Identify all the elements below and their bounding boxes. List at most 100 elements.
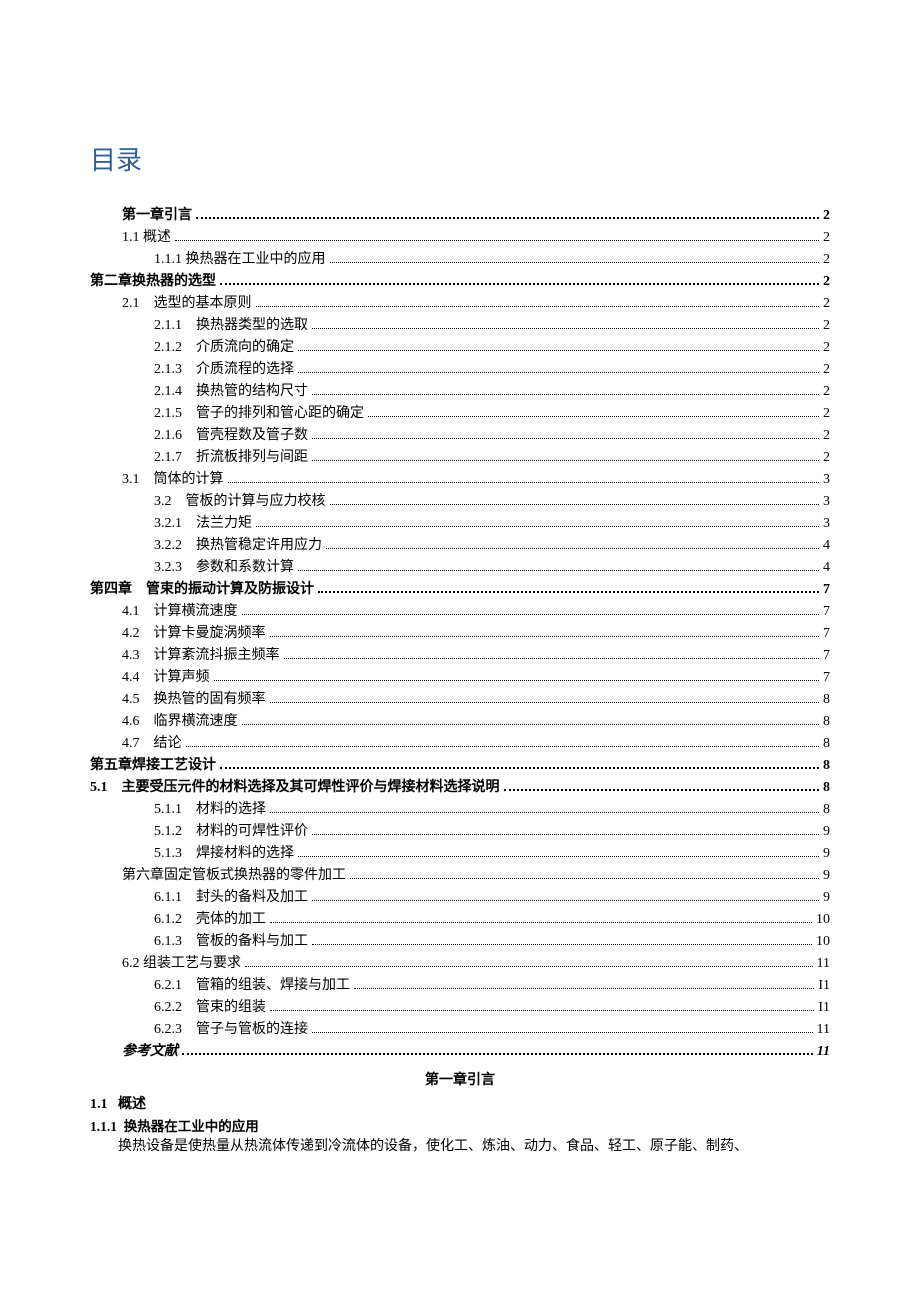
toc-leader-dots: [182, 1053, 813, 1055]
toc-entry: 5.1.1材料的选择8: [154, 799, 830, 821]
toc-entry: 2.1.6 管壳程数及管子数 2: [154, 425, 830, 447]
toc-entry-number: 2.1: [122, 293, 140, 315]
toc-entry-number: 6.2.3: [154, 1019, 182, 1041]
toc-entry-label: 计算声频: [154, 667, 210, 689]
toc-entry-page: 8: [823, 799, 830, 821]
toc-entry-number: 2.1.5: [154, 403, 182, 425]
toc-entry-label: 管壳程数及管子数: [196, 425, 308, 447]
toc-leader-dots: [326, 548, 819, 549]
toc-entry-label: 换热器类型的选取: [196, 315, 308, 337]
toc-leader-dots: [175, 240, 819, 241]
toc-entry-number: 4.3: [122, 645, 140, 667]
toc-entry-number: 3.2: [154, 491, 172, 513]
toc-entry: 4.5换热管的固有频率8: [122, 689, 830, 711]
body-paragraph: 换热设备是使热量从热流体传递到冷流体的设备，使化工、炼油、动力、食品、轻工、原子…: [90, 1137, 830, 1157]
toc-entry-number: 4.6: [122, 711, 140, 733]
toc-entry: 第二章换热器的选型2: [90, 271, 830, 293]
toc-entry-page: 3: [823, 513, 830, 535]
toc-entry-label: 参数和系数计算: [196, 557, 294, 579]
toc-entry-label: 管板的备料与加工: [196, 931, 308, 953]
toc-entry-number: 4.5: [122, 689, 140, 711]
toc-entry-label: 介质流向的确定: [196, 337, 294, 359]
toc-leader-dots: [270, 702, 820, 703]
toc-entry-label: 筒体的计算: [154, 469, 224, 491]
toc-entry: 第四章管束的振动计算及防振设计7: [90, 579, 830, 601]
toc-entry: 4.1计算横流速度7: [122, 601, 830, 623]
toc-entry-label: 管束的振动计算及防振设计: [146, 579, 314, 601]
toc-entry: 2.1.4换热管的结构尺寸2: [154, 381, 830, 403]
toc-entry-page: 2: [823, 425, 830, 447]
toc-entry-page: 8: [823, 777, 830, 799]
toc-entry-number: 5.1.3: [154, 843, 182, 865]
toc-entry-number: 6.1.3: [154, 931, 182, 953]
toc-entry: 1.1.1 换热器在工业中的应用2: [154, 249, 830, 271]
toc-leader-dots: [312, 394, 819, 395]
toc-leader-dots: [256, 526, 819, 527]
toc-leader-dots: [270, 922, 812, 923]
toc-leader-dots: [242, 724, 820, 725]
toc-entry-page: 10: [816, 931, 830, 953]
toc-leader-dots: [312, 900, 819, 901]
toc-entry-page: 8: [823, 689, 830, 711]
toc-entry: 3.2管板的计算与应力校核3: [154, 491, 830, 513]
toc-entry-page: 8: [823, 733, 830, 755]
toc-entry: 4.2计算卡曼旋涡频率7: [122, 623, 830, 645]
toc-entry: 5.1.2材料的可焊性评价9: [154, 821, 830, 843]
toc-entry-page: 10: [816, 909, 830, 931]
toc-leader-dots: [228, 482, 820, 483]
toc-entry-number: 6.2.2: [154, 997, 182, 1019]
toc-entry-number: 2.1.6: [154, 425, 182, 447]
toc-entry-page: 2: [823, 337, 830, 359]
toc-entry-label: 管子的排列和管心距的确定: [196, 403, 364, 425]
toc-leader-dots: [242, 614, 820, 615]
toc-entry: 6.1.3 管板的备料与加工 10: [154, 931, 830, 953]
toc-entry-label: 管板的计算与应力校核: [186, 491, 326, 513]
toc-entry-page: I1: [818, 975, 830, 997]
toc-entry-label: 第六章固定管板式换热器的零件加工: [122, 865, 346, 887]
toc-entry-number: 6.2.1: [154, 975, 182, 997]
toc-entry-label: 1.1.1 换热器在工业中的应用: [154, 249, 326, 271]
toc-entry-label: 壳体的加工: [196, 909, 266, 931]
toc-entry-number: 3.1: [122, 469, 140, 491]
toc-entry-page: 8: [823, 755, 830, 777]
toc-entry-label: 第二章换热器的选型: [90, 271, 216, 293]
toc-entry-number: 第四章: [90, 579, 132, 601]
toc-entry: 第五章焊接工艺设计8: [90, 755, 830, 777]
toc-entry-page: 8: [823, 711, 830, 733]
toc-leader-dots: [368, 416, 819, 417]
toc-entry-page: 7: [823, 623, 830, 645]
toc-entry-page: 9: [823, 865, 830, 887]
toc-entry-number: 5.1: [90, 777, 108, 799]
toc-entry-page: 7: [823, 667, 830, 689]
toc-entry: 3.1筒体的计算3: [122, 469, 830, 491]
toc-leader-dots: [298, 856, 819, 857]
toc-entry-label: 材料的可焊性评价: [196, 821, 308, 843]
toc-entry: 4.6临界横流速度8: [122, 711, 830, 733]
toc-leader-dots: [318, 591, 819, 593]
toc-entry-label: 选型的基本原则: [154, 293, 252, 315]
toc-entry-number: 2.1.2: [154, 337, 182, 359]
toc-entry-label: 折流板排列与间距: [196, 447, 308, 469]
toc-entry-number: 4.7: [122, 733, 140, 755]
toc-leader-dots: [284, 658, 820, 659]
toc-entry-label: 焊接材料的选择: [196, 843, 294, 865]
toc-entry-label: 1.1 概述: [122, 227, 171, 249]
section-label: 概述: [118, 1097, 146, 1112]
toc-entry: 2.1.2 介质流向的确定 2: [154, 337, 830, 359]
section-label: 换热器在工业中的应用: [124, 1119, 259, 1134]
toc-entry: 5.1.3焊接材料的选择9: [154, 843, 830, 865]
toc-entry-page: 2: [823, 381, 830, 403]
toc-entry: 参考文献11: [122, 1041, 830, 1063]
toc-entry-number: 6.1.1: [154, 887, 182, 909]
toc-entry-page: 2: [823, 403, 830, 425]
toc-entry-page: 2: [823, 205, 830, 227]
toc-leader-dots: [270, 636, 820, 637]
toc-entry-label: 封头的备料及加工: [196, 887, 308, 909]
table-of-contents: 第一章引言21.1 概述21.1.1 换热器在工业中的应用2第二章换热器的选型2…: [90, 205, 830, 1063]
toc-entry-label: 计算紊流抖振主频率: [154, 645, 280, 667]
toc-leader-dots: [186, 746, 820, 747]
toc-entry-label: 结论: [154, 733, 182, 755]
toc-entry-number: 4.4: [122, 667, 140, 689]
toc-entry-label: 计算横流速度: [154, 601, 238, 623]
toc-leader-dots: [298, 350, 819, 351]
